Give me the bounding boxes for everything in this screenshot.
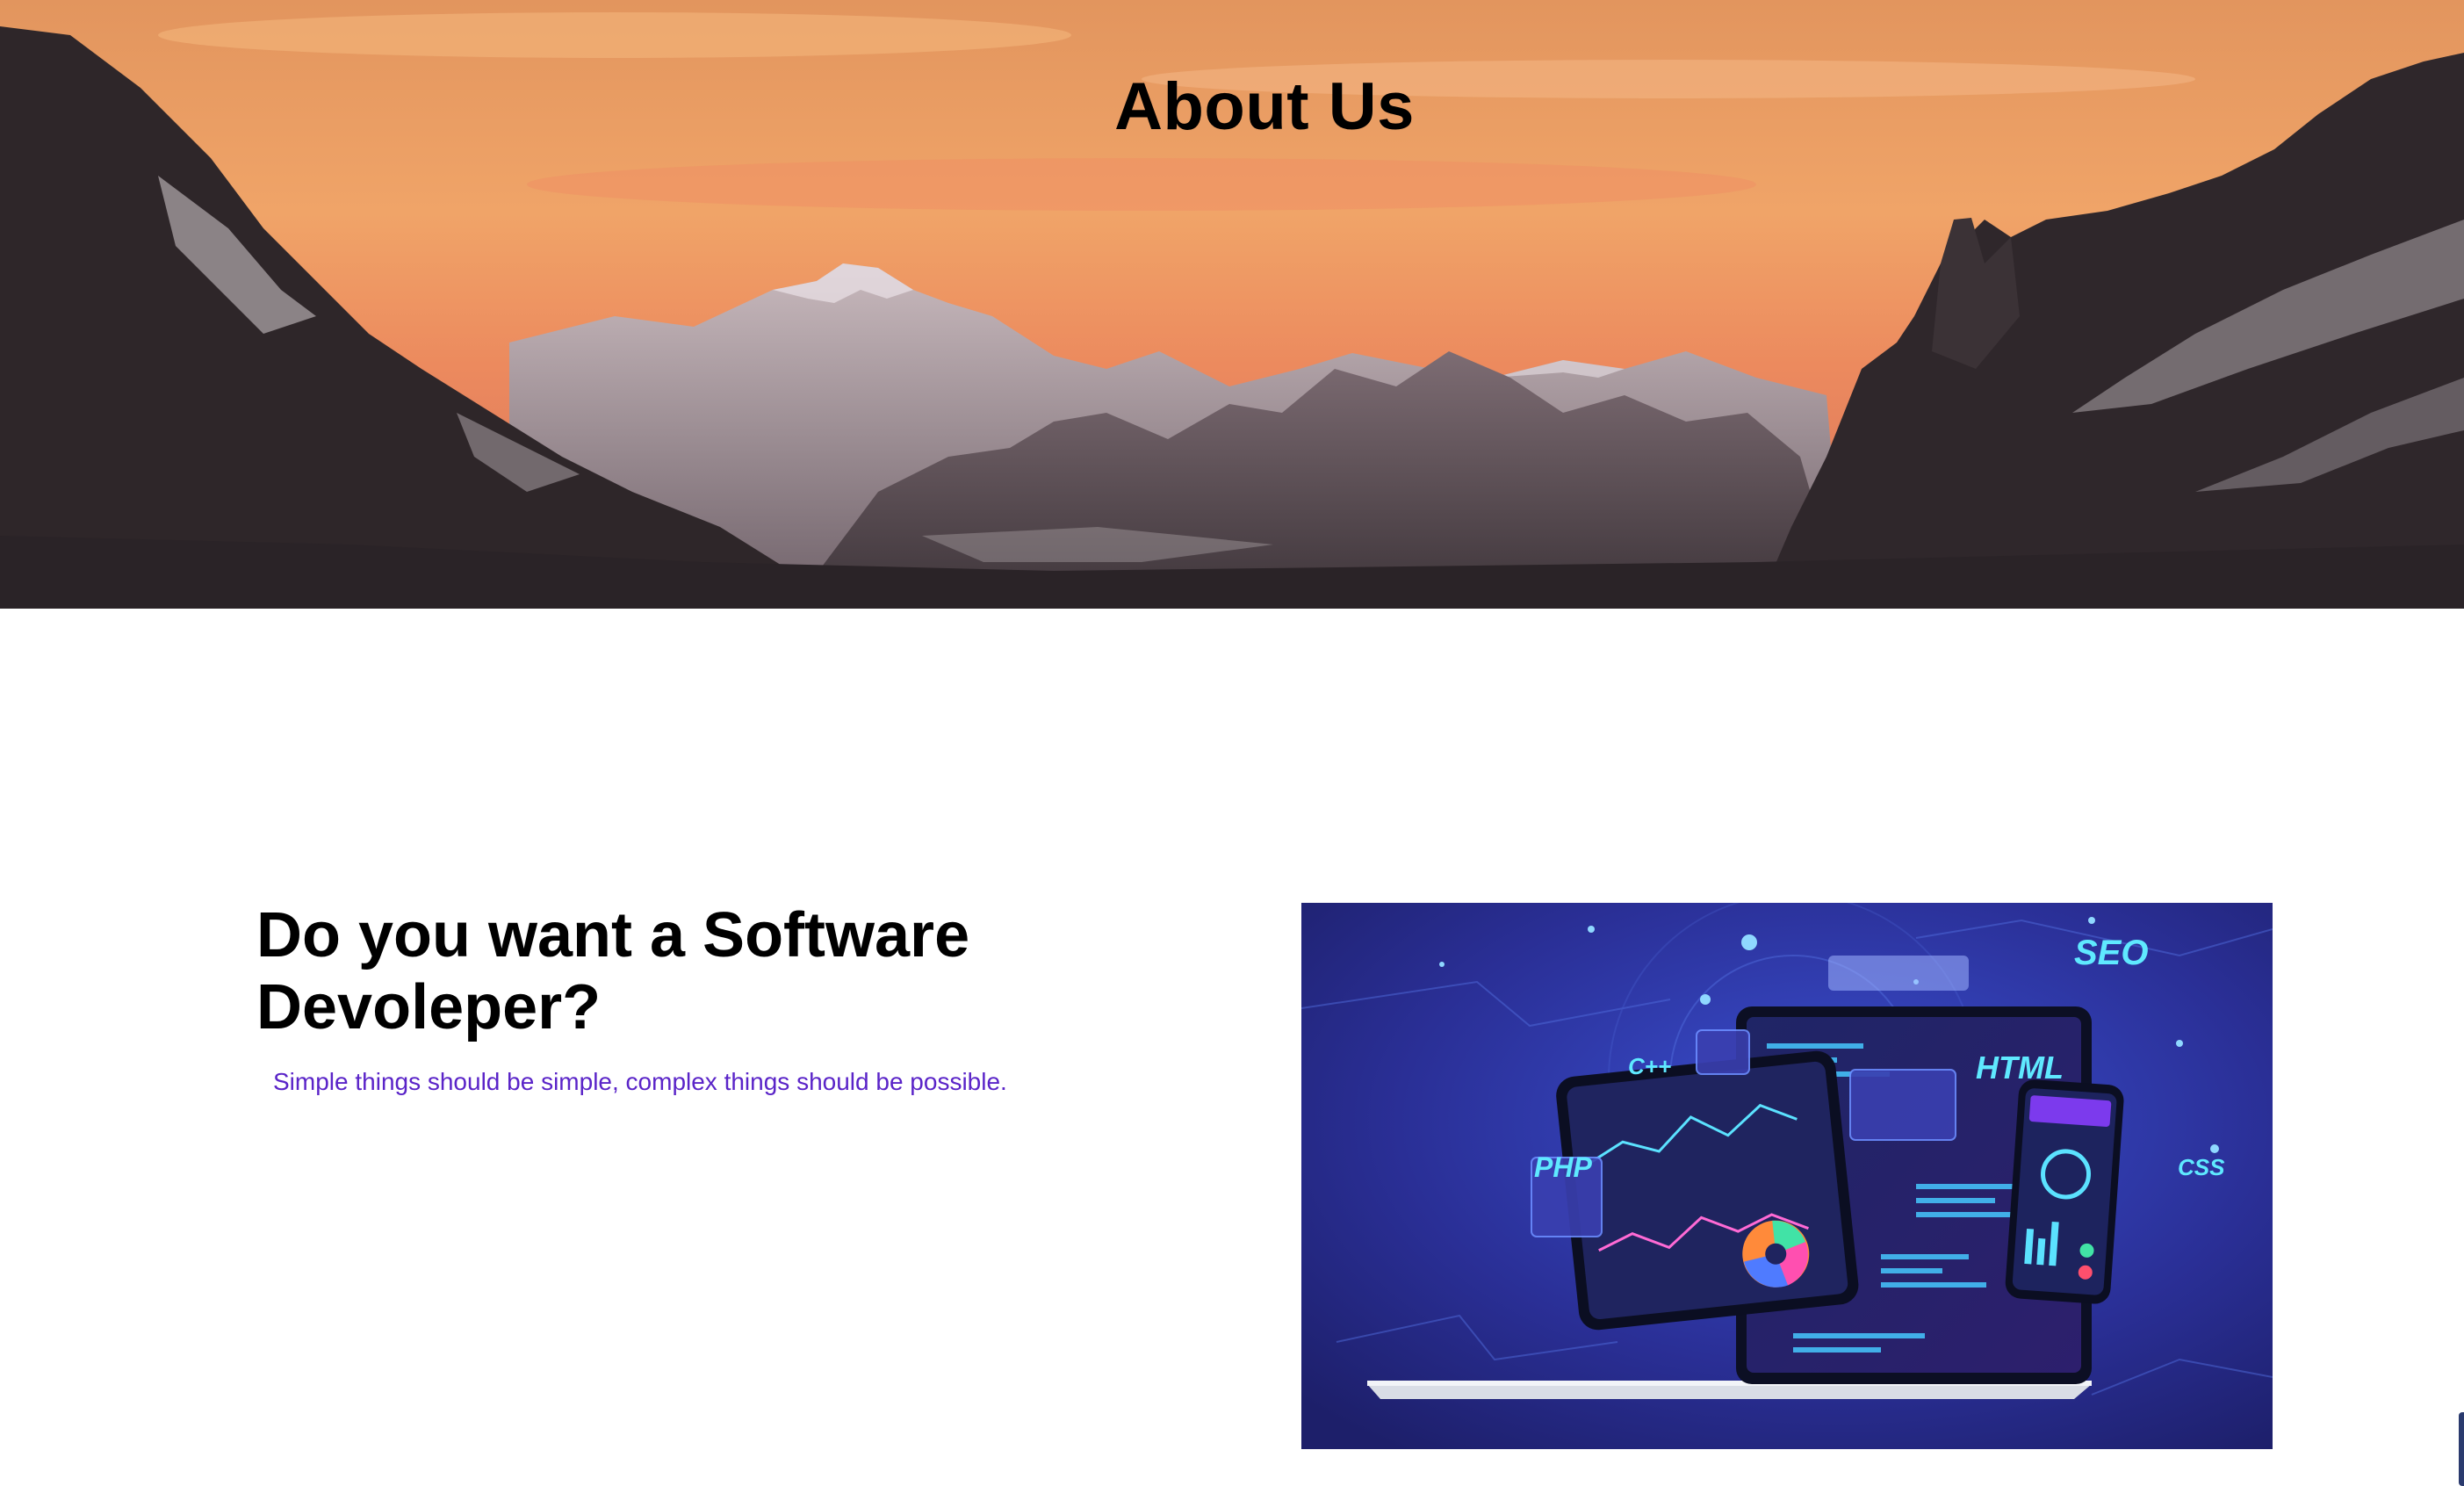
about-heading: Do you want a Software Devoleper?	[256, 900, 970, 1042]
page-title: About Us	[1114, 69, 1415, 144]
tag-php: PHP	[1534, 1151, 1592, 1183]
scroll-edge-handle[interactable]	[2459, 1412, 2464, 1486]
tag-cpp: C++	[1628, 1053, 1671, 1079]
software-developer-illustration: SEO C++ HTML PHP CSS	[1301, 903, 2273, 1449]
tag-html: HTML	[1976, 1050, 2064, 1086]
tag-seo: SEO	[2074, 934, 2148, 972]
tag-css: CSS	[2178, 1154, 2225, 1180]
hero-banner: About Us	[0, 0, 2464, 609]
about-tagline: Simple things should be simple, complex …	[273, 1068, 1007, 1095]
